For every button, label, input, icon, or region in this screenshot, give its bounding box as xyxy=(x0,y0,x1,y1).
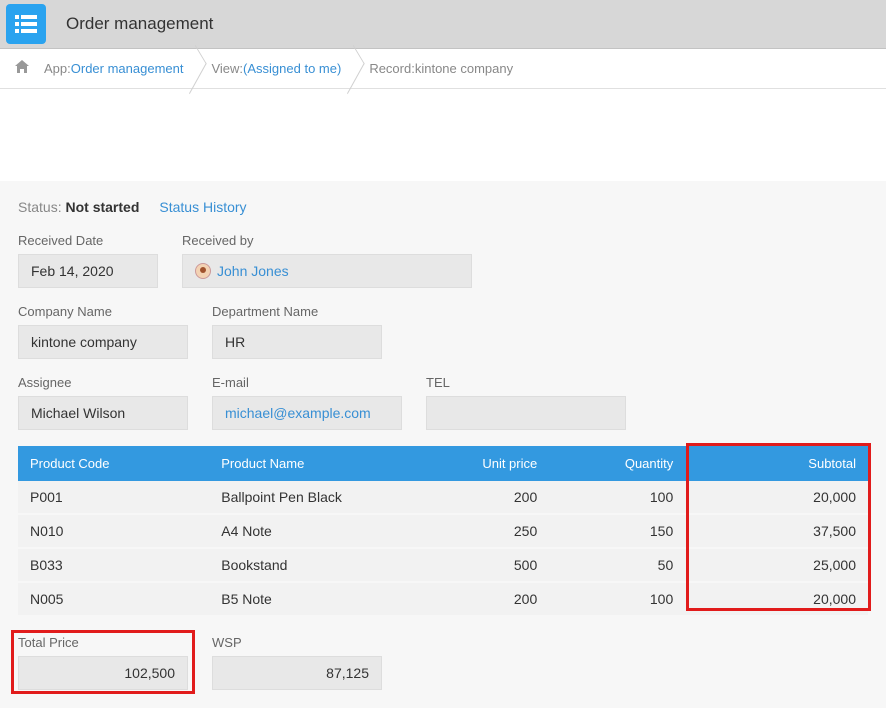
field-wsp: WSP 87,125 xyxy=(212,635,382,690)
wsp-label: WSP xyxy=(212,635,382,650)
breadcrumb-record-label: Record: xyxy=(369,61,415,76)
breadcrumb-record: Record: kintone company xyxy=(359,49,531,88)
field-received-by: Received by John Jones xyxy=(182,233,472,288)
cell-unit-price: 250 xyxy=(405,514,550,548)
breadcrumb-view: View: (Assigned to me) xyxy=(201,49,359,88)
received-by-value[interactable]: John Jones xyxy=(182,254,472,288)
breadcrumb-app-label: App: xyxy=(44,61,71,76)
product-table: Product Code Product Name Unit price Qua… xyxy=(18,446,868,617)
table-header-row: Product Code Product Name Unit price Qua… xyxy=(18,446,868,481)
cell-unit-price: 200 xyxy=(405,582,550,616)
cell-product-code: N005 xyxy=(18,582,209,616)
field-tel: TEL xyxy=(426,375,626,430)
cell-quantity: 100 xyxy=(549,481,685,514)
avatar-icon xyxy=(195,263,211,279)
menu-button[interactable] xyxy=(6,4,46,44)
breadcrumb-app-link[interactable]: Order management xyxy=(71,61,184,76)
totals-row: Total Price 102,500 WSP 87,125 xyxy=(18,635,868,690)
field-total-price: Total Price 102,500 xyxy=(18,635,188,690)
email-value[interactable]: michael@example.com xyxy=(212,396,402,430)
field-received-date: Received Date Feb 14, 2020 xyxy=(18,233,158,288)
status-row: Status: Not started Status History xyxy=(18,199,868,215)
table-row: N005B5 Note20010020,000 xyxy=(18,582,868,616)
cell-subtotal: 20,000 xyxy=(685,582,868,616)
email-label: E-mail xyxy=(212,375,402,390)
table-row: B033Bookstand5005025,000 xyxy=(18,548,868,582)
cell-product-code: B033 xyxy=(18,548,209,582)
cell-quantity: 100 xyxy=(549,582,685,616)
th-product-name: Product Name xyxy=(209,446,405,481)
cell-unit-price: 500 xyxy=(405,548,550,582)
cell-subtotal: 37,500 xyxy=(685,514,868,548)
cell-product-code: P001 xyxy=(18,481,209,514)
th-unit-price: Unit price xyxy=(405,446,550,481)
cell-quantity: 150 xyxy=(549,514,685,548)
field-department-name: Department Name HR xyxy=(212,304,382,359)
cell-product-name: A4 Note xyxy=(209,514,405,548)
total-price-value: 102,500 xyxy=(18,656,188,690)
tel-value xyxy=(426,396,626,430)
th-quantity: Quantity xyxy=(549,446,685,481)
total-price-label: Total Price xyxy=(18,635,188,650)
tel-label: TEL xyxy=(426,375,626,390)
th-product-code: Product Code xyxy=(18,446,209,481)
cell-subtotal: 25,000 xyxy=(685,548,868,582)
company-name-value: kintone company xyxy=(18,325,188,359)
company-name-label: Company Name xyxy=(18,304,188,319)
received-date-label: Received Date xyxy=(18,233,158,248)
cell-product-name: B5 Note xyxy=(209,582,405,616)
assignee-label: Assignee xyxy=(18,375,188,390)
breadcrumb-view-label: View: xyxy=(211,61,243,76)
department-name-label: Department Name xyxy=(212,304,382,319)
record-content: Status: Not started Status History Recei… xyxy=(0,89,886,708)
breadcrumb-app: App: Order management xyxy=(34,49,201,88)
status-history-link[interactable]: Status History xyxy=(159,199,246,215)
cell-subtotal: 20,000 xyxy=(685,481,868,514)
th-subtotal: Subtotal xyxy=(685,446,868,481)
cell-product-code: N010 xyxy=(18,514,209,548)
field-email: E-mail michael@example.com xyxy=(212,375,402,430)
breadcrumb-record-value: kintone company xyxy=(415,61,513,76)
department-name-value: HR xyxy=(212,325,382,359)
status-value: Not started xyxy=(65,199,139,215)
cell-product-name: Bookstand xyxy=(209,548,405,582)
cell-product-name: Ballpoint Pen Black xyxy=(209,481,405,514)
status-label: Status: xyxy=(18,199,62,215)
wsp-value: 87,125 xyxy=(212,656,382,690)
app-header: Order management xyxy=(0,0,886,49)
assignee-value: Michael Wilson xyxy=(18,396,188,430)
product-table-wrap: Product Code Product Name Unit price Qua… xyxy=(18,446,868,617)
received-by-name: John Jones xyxy=(217,263,289,279)
field-company-name: Company Name kintone company xyxy=(18,304,188,359)
page-title: Order management xyxy=(66,14,213,34)
breadcrumb: App: Order management View: (Assigned to… xyxy=(0,49,886,89)
received-by-label: Received by xyxy=(182,233,472,248)
list-icon xyxy=(15,15,37,33)
breadcrumb-view-link[interactable]: (Assigned to me) xyxy=(243,61,341,76)
content-top-spacer xyxy=(0,89,886,181)
cell-quantity: 50 xyxy=(549,548,685,582)
field-assignee: Assignee Michael Wilson xyxy=(18,375,188,430)
table-row: N010A4 Note25015037,500 xyxy=(18,514,868,548)
home-icon[interactable] xyxy=(14,59,30,78)
table-row: P001Ballpoint Pen Black20010020,000 xyxy=(18,481,868,514)
cell-unit-price: 200 xyxy=(405,481,550,514)
received-date-value: Feb 14, 2020 xyxy=(18,254,158,288)
